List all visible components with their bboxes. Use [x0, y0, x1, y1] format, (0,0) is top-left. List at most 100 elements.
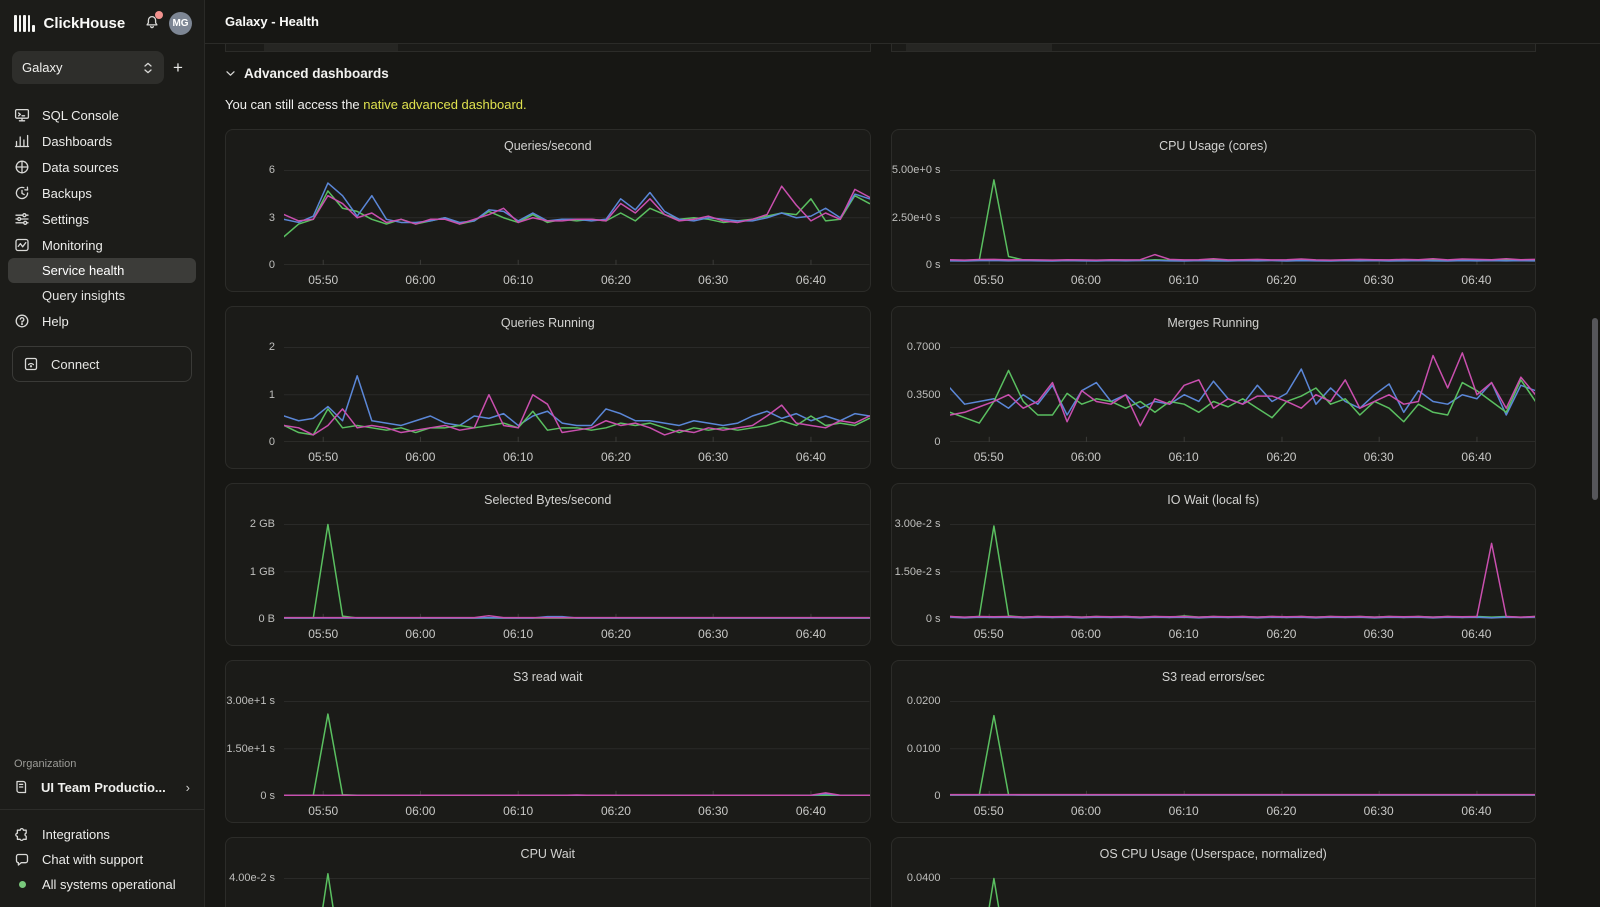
chart-plot[interactable] — [284, 161, 870, 265]
chart-plot[interactable] — [284, 692, 870, 796]
x-tick-label: 06:30 — [698, 450, 728, 464]
organization-name: UI Team Productio... — [41, 780, 186, 795]
clickhouse-logo-icon — [14, 15, 35, 32]
y-tick-label: 3.00e-2 s — [895, 518, 941, 530]
sidebar-item-integrations[interactable]: Integrations — [8, 822, 196, 847]
x-tick-label: 06:00 — [1071, 450, 1101, 464]
add-service-button[interactable]: + — [164, 58, 192, 78]
y-axis-labels: 0.02000.01000 — [892, 692, 950, 796]
scrolled-cards-strip — [225, 44, 1536, 52]
chart-svg — [950, 515, 1536, 619]
y-tick-label: 2 — [269, 341, 275, 353]
x-tick-label: 05:50 — [308, 273, 338, 287]
x-tick-label: 06:30 — [1364, 273, 1394, 287]
x-tick-label: 06:30 — [1364, 450, 1394, 464]
console-icon — [14, 107, 30, 123]
page-header: Galaxy - Health — [205, 0, 1600, 44]
avatar[interactable]: MG — [169, 12, 192, 35]
advanced-dashboards-toggle[interactable]: Advanced dashboards — [225, 66, 1536, 81]
sidebar-item-chat-support[interactable]: Chat with support — [8, 847, 196, 872]
y-axis-labels: 210 — [226, 338, 284, 442]
y-tick-label: 0.7000 — [907, 341, 941, 353]
sidebar-item-sql-console[interactable]: SQL Console — [8, 102, 196, 128]
x-tick-label: 06:20 — [601, 273, 631, 287]
chart-svg — [284, 869, 870, 907]
sidebar-item-help[interactable]: Help — [8, 308, 196, 334]
status-label: All systems operational — [42, 877, 176, 892]
chart-card-merges-running: Merges Running 0.70000.35000 05:5006:000… — [891, 306, 1537, 469]
x-axis-labels: 05:5006:0006:1006:2006:3006:40 — [284, 619, 870, 643]
x-tick-label: 06:20 — [601, 627, 631, 641]
y-tick-label: 0.0400 — [907, 872, 941, 884]
x-tick-label: 05:50 — [974, 273, 1004, 287]
chat-icon — [14, 852, 30, 868]
sidebar-item-monitoring[interactable]: Monitoring — [8, 232, 196, 258]
sidebar: ClickHouse MG Galaxy + SQL C — [0, 0, 205, 907]
x-tick-label: 05:50 — [974, 627, 1004, 641]
x-tick-label: 06:40 — [796, 627, 826, 641]
x-tick-label: 06:20 — [601, 804, 631, 818]
y-tick-label: 0.0100 — [907, 743, 941, 755]
chart-plot[interactable] — [950, 338, 1536, 442]
x-tick-label: 06:20 — [1266, 804, 1296, 818]
notification-dot — [155, 11, 163, 19]
chart-plot[interactable] — [284, 338, 870, 442]
x-tick-label: 06:00 — [405, 450, 435, 464]
x-axis-labels: 05:5006:0006:1006:2006:3006:40 — [284, 796, 870, 820]
sidebar-item-settings[interactable]: Settings — [8, 206, 196, 232]
y-tick-label: 2 GB — [250, 518, 275, 530]
sidebar-item-label: Service health — [42, 263, 124, 278]
bar-chart-icon — [14, 133, 30, 149]
y-tick-label: 0 s — [926, 613, 941, 625]
sidebar-item-data-sources[interactable]: Data sources — [8, 154, 196, 180]
chart-title: Queries/second — [226, 139, 870, 157]
y-tick-label: 6 — [269, 164, 275, 176]
x-axis-labels: 05:5006:0006:1006:2006:3006:40 — [950, 442, 1536, 466]
x-tick-label: 06:20 — [1266, 273, 1296, 287]
y-axis-labels: 3.00e+1 s1.50e+1 s0 s — [226, 692, 284, 796]
chart-title: Selected Bytes/second — [226, 493, 870, 511]
sidebar-item-backups[interactable]: Backups — [8, 180, 196, 206]
chart-plot[interactable] — [950, 869, 1536, 907]
data-sources-icon — [14, 159, 30, 175]
system-status-row[interactable]: All systems operational — [8, 872, 196, 897]
vertical-scrollbar[interactable] — [1592, 318, 1598, 500]
chart-plot[interactable] — [284, 515, 870, 619]
native-advanced-dashboard-link[interactable]: native advanced dashboard. — [363, 97, 526, 112]
service-selector[interactable]: Galaxy — [12, 51, 164, 84]
x-tick-label: 05:50 — [974, 804, 1004, 818]
sidebar-item-query-insights[interactable]: Query insights — [8, 283, 196, 308]
chart-plot[interactable] — [284, 869, 870, 907]
x-axis-labels: 05:5006:0006:1006:2006:3006:40 — [284, 442, 870, 466]
organization-icon — [14, 779, 30, 795]
sidebar-item-dashboards[interactable]: Dashboards — [8, 128, 196, 154]
notifications-button[interactable] — [144, 14, 160, 33]
y-tick-label: 3.00e+1 s — [226, 695, 275, 707]
y-tick-label: 4.00e-2 s — [229, 872, 275, 884]
x-tick-label: 06:00 — [1071, 627, 1101, 641]
x-tick-label: 06:40 — [1461, 450, 1491, 464]
organization-switcher[interactable]: UI Team Productio... › — [0, 779, 204, 809]
y-tick-label: 0 — [934, 436, 940, 448]
sidebar-item-label: Data sources — [42, 160, 119, 175]
x-tick-label: 06:00 — [405, 804, 435, 818]
connect-button[interactable]: Connect — [12, 346, 192, 382]
sidebar-item-service-health[interactable]: Service health — [8, 258, 196, 283]
chart-card-s3-read-errors: S3 read errors/sec 0.02000.01000 05:5006… — [891, 660, 1537, 823]
chart-plot[interactable] — [950, 161, 1536, 265]
chart-plot[interactable] — [950, 692, 1536, 796]
x-axis-labels: 05:5006:0006:1006:2006:3006:40 — [284, 265, 870, 289]
page-title: Galaxy - Health — [225, 14, 319, 29]
chart-card-s3-read-wait: S3 read wait 3.00e+1 s1.50e+1 s0 s 05:50… — [225, 660, 871, 823]
chevron-updown-icon — [142, 61, 154, 75]
x-tick-label: 06:10 — [1169, 627, 1199, 641]
x-tick-label: 06:10 — [1169, 450, 1199, 464]
y-axis-labels: 4.00e-2 s2.00e-2 s0 s — [226, 869, 284, 907]
chart-plot[interactable] — [950, 515, 1536, 619]
y-axis-labels: 5.00e+0 s2.50e+0 s0 s — [892, 161, 950, 265]
chart-svg — [284, 338, 870, 442]
chart-svg — [950, 692, 1536, 796]
x-axis-labels: 05:5006:0006:1006:2006:3006:40 — [950, 796, 1536, 820]
section-title: Advanced dashboards — [244, 66, 389, 81]
chart-svg — [284, 692, 870, 796]
